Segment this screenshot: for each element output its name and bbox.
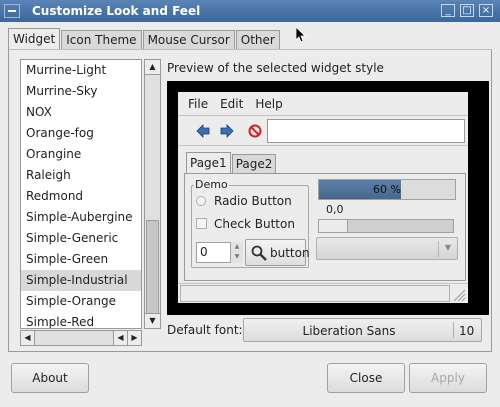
demo-legend: Demo	[194, 178, 229, 191]
resize-grip-icon[interactable]	[450, 286, 466, 302]
window-title: Customize Look and Feel	[32, 4, 201, 18]
progress-bar: 60 %	[318, 179, 456, 200]
scale-slider[interactable]	[318, 219, 454, 233]
tab-page2[interactable]: Page2	[231, 154, 277, 173]
tab-widget[interactable]: Widget	[8, 28, 61, 50]
combo-box[interactable]: ▼	[316, 237, 458, 260]
scroll-right-icon[interactable]: ▶	[127, 331, 141, 345]
list-item[interactable]: Simple-Generic	[21, 228, 141, 249]
scroll-up-icon[interactable]: ▲	[145, 60, 160, 75]
list-item[interactable]: Murrine-Sky	[21, 81, 141, 102]
window-menu-button[interactable]	[4, 4, 20, 18]
toolbar-entry[interactable]	[267, 119, 465, 143]
main-tabs: Widget Icon Theme Mouse Cursor Other	[8, 28, 281, 50]
search-button[interactable]: button	[245, 239, 310, 266]
list-item[interactable]: Simple-Green	[21, 249, 141, 270]
maximize-button[interactable]: □	[460, 4, 474, 17]
preview-tabs: Page1 Page2	[186, 152, 277, 173]
scroll-left-icon[interactable]: ◀	[21, 331, 35, 345]
list-item[interactable]: Orangine	[21, 144, 141, 165]
chevron-down-icon[interactable]: ▼	[445, 243, 451, 252]
scroll-down-icon[interactable]: ▼	[145, 313, 160, 328]
tab-icon-theme[interactable]: Icon Theme	[61, 30, 142, 50]
close-button[interactable]: Close	[327, 363, 405, 393]
preview-menubar: File Edit Help	[178, 92, 468, 116]
apply-button[interactable]: Apply	[409, 363, 487, 393]
menu-edit[interactable]: Edit	[220, 97, 243, 111]
radio-button-label[interactable]: Radio Button	[214, 194, 292, 208]
font-separator	[453, 322, 454, 338]
theme-list[interactable]: Murrine-Light Murrine-Sky NOX Orange-fog…	[20, 59, 142, 329]
tab-mouse-cursor[interactable]: Mouse Cursor	[142, 30, 235, 50]
radio-button[interactable]	[196, 196, 206, 206]
list-item[interactable]: Orange-fog	[21, 123, 141, 144]
default-font-label: Default font:	[167, 323, 243, 337]
tab-page1[interactable]: Page1	[186, 152, 231, 173]
list-horizontal-scrollbar[interactable]: ◀ ◀ ▶	[20, 330, 142, 346]
list-item[interactable]: Redmond	[21, 186, 141, 207]
back-arrow-icon[interactable]	[196, 124, 210, 138]
combo-separator	[438, 241, 439, 257]
stop-icon[interactable]	[248, 124, 262, 138]
slider-knob[interactable]	[319, 220, 348, 232]
list-item[interactable]: NOX	[21, 102, 141, 123]
list-item[interactable]: Simple-Red	[21, 312, 141, 328]
list-item[interactable]: Murrine-Light	[21, 60, 141, 81]
mouse-pointer-icon	[296, 27, 306, 43]
scroll-corner	[144, 330, 161, 346]
check-button-label[interactable]: Check Button	[214, 217, 295, 231]
close-window-button[interactable]: ×	[479, 4, 493, 17]
font-chooser-button[interactable]: Liberation Sans 10	[243, 318, 482, 342]
status-field	[180, 285, 450, 302]
list-item[interactable]: Simple-Orange	[21, 291, 141, 312]
magnifier-icon	[251, 245, 267, 261]
progress-text: 60 %	[373, 183, 401, 196]
forward-arrow-icon[interactable]	[220, 124, 234, 138]
check-button[interactable]	[196, 218, 207, 229]
tab-other[interactable]: Other	[235, 30, 280, 50]
spin-arrows[interactable]: ▲ ▼	[230, 242, 243, 263]
list-vertical-scrollbar[interactable]: ▲ ▼	[144, 59, 161, 329]
scale-value: 0,0	[326, 203, 344, 216]
list-item[interactable]: Simple-Aubergine	[21, 207, 141, 228]
list-item[interactable]: Raleigh	[21, 165, 141, 186]
about-button[interactable]: About	[11, 363, 89, 393]
spin-value[interactable]: 0	[200, 245, 208, 259]
search-button-label: button	[270, 246, 310, 260]
font-size: 10	[459, 324, 475, 338]
preview-label: Preview of the selected widget style	[167, 61, 384, 75]
scroll-thumb[interactable]	[146, 220, 159, 328]
list-item-selected[interactable]: Simple-Industrial	[21, 270, 141, 291]
title-bar: Customize Look and Feel _ □ ×	[0, 0, 500, 22]
preview-statusbar	[178, 283, 468, 303]
menu-file[interactable]: File	[188, 97, 208, 111]
menu-help[interactable]: Help	[255, 97, 282, 111]
scroll-left-icon[interactable]: ◀	[113, 331, 127, 345]
font-name: Liberation Sans	[302, 324, 396, 338]
minimize-button[interactable]: _	[441, 4, 455, 17]
